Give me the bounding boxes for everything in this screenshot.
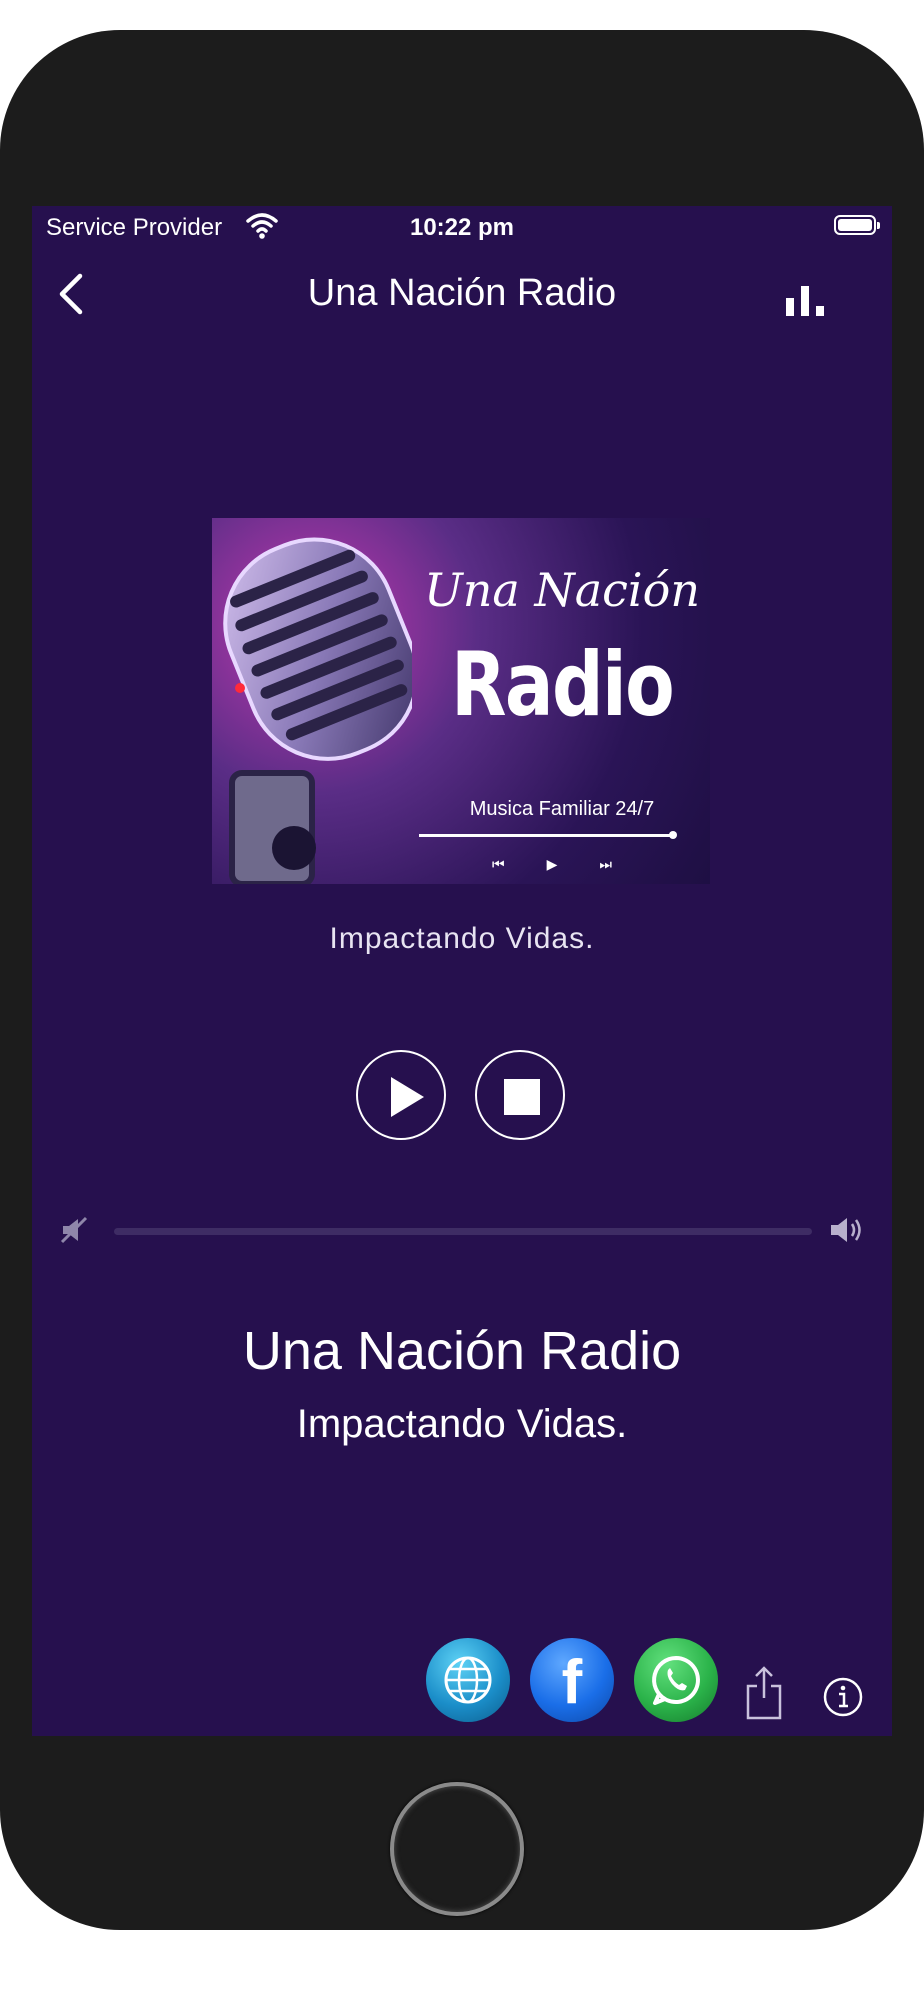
volume-row [32, 1206, 892, 1256]
cover-tagline: Musica Familiar 24/7 [469, 798, 655, 820]
cover-play-glyph: ▶ [546, 856, 558, 872]
station-cover-art: Una Nación Radio Musica Familiar 24/7 ⏮ … [212, 518, 710, 884]
status-bar: Service Provider 10:22 pm [32, 206, 892, 250]
navigation-bar: Una Nación Radio [32, 258, 892, 338]
whatsapp-button[interactable] [634, 1638, 718, 1722]
website-button[interactable] [426, 1638, 510, 1722]
station-slogan: Impactando Vidas. [296, 1402, 628, 1446]
cover-progress-line [419, 831, 677, 839]
volume-slider[interactable] [114, 1228, 812, 1235]
stop-icon [504, 1079, 540, 1115]
cover-controls: ⏮ ▶ ⏭ [492, 856, 612, 873]
now-playing-subtitle: Impactando Vidas. [329, 922, 595, 955]
globe-icon [444, 1656, 492, 1704]
cover-next-glyph: ⏭ [599, 856, 612, 872]
play-button[interactable] [356, 1050, 446, 1140]
station-name: Una Nación Radio [242, 1321, 682, 1381]
clock: 10:22 pm [409, 214, 515, 241]
equalizer-bars-icon[interactable] [784, 280, 830, 320]
app-screen: Service Provider 10:22 pm Una Nación Rad… [32, 206, 892, 1736]
cover-prev-glyph: ⏮ [492, 856, 505, 872]
stop-button[interactable] [475, 1050, 565, 1140]
info-icon[interactable] [822, 1676, 864, 1718]
battery-icon [834, 215, 880, 235]
page-title: Una Nación Radio [307, 272, 617, 314]
whatsapp-icon [652, 1656, 700, 1705]
microphone-image [223, 537, 412, 884]
cover-title-text: Radio [450, 633, 675, 736]
facebook-icon: f [561, 1648, 583, 1717]
share-icon[interactable] [744, 1666, 784, 1720]
cover-script-text: Una Nación [424, 563, 700, 617]
volume-high-icon [831, 1218, 861, 1242]
volume-mute-icon [60, 1216, 88, 1244]
play-icon [391, 1077, 424, 1117]
facebook-button[interactable]: f [530, 1638, 614, 1722]
home-button[interactable] [390, 1782, 524, 1916]
